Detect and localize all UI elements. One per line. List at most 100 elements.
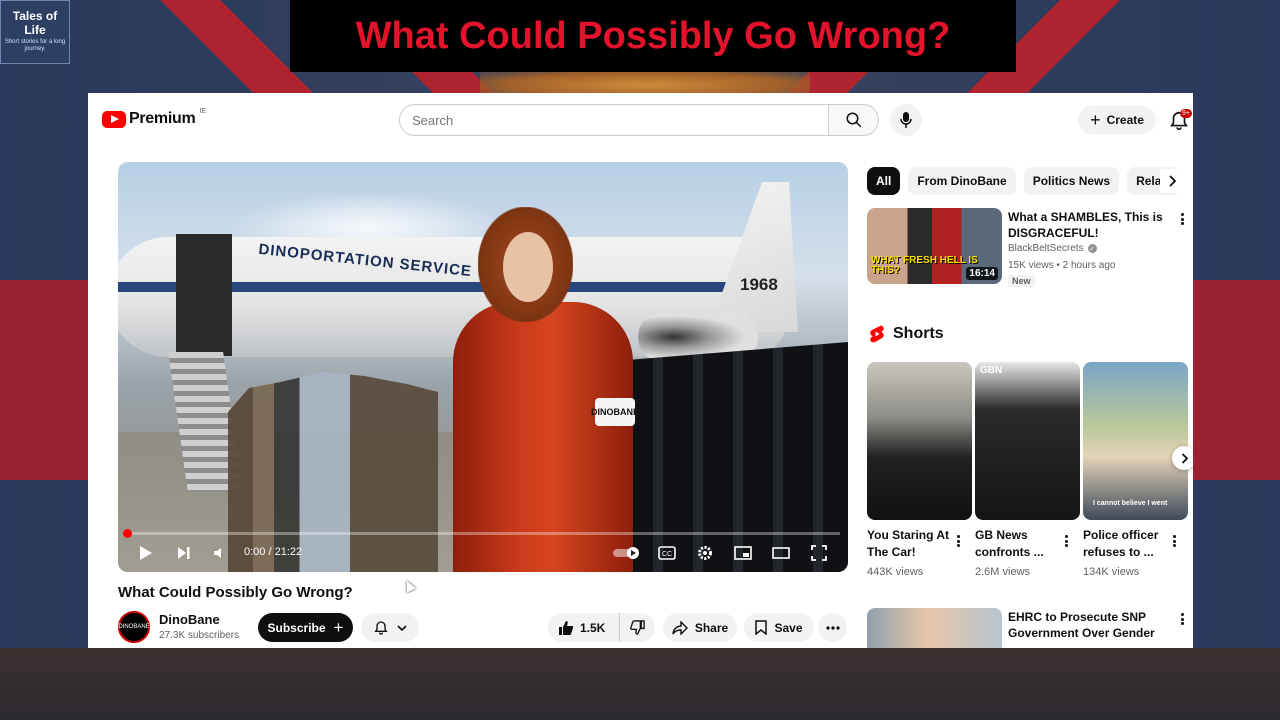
search-placeholder: Search — [412, 112, 454, 128]
time-display: 0:00 / 21:22 — [244, 546, 303, 558]
svg-text:CC: CC — [662, 551, 672, 558]
recommended-channel[interactable]: BlackBeltSecrets ✓ — [1008, 243, 1097, 254]
video-player[interactable]: DINOPORTATION SERVICE 1968 DINOBANE 0:00… — [118, 162, 848, 572]
miniplayer-icon — [734, 546, 752, 560]
channel-notifications-button[interactable] — [361, 613, 419, 642]
background-bottom — [0, 648, 1280, 720]
scene-crowd — [228, 372, 438, 572]
fullscreen-button[interactable] — [808, 542, 830, 564]
plus-icon: + — [333, 617, 344, 637]
video-title-banner: What Could Possibly Go Wrong? — [290, 0, 1016, 72]
short-title-1[interactable]: You Staring At The Car! — [867, 527, 955, 561]
progress-bar[interactable] — [126, 532, 840, 535]
scene-armband: DINOBANE — [591, 398, 639, 426]
short-thumbnail-3[interactable]: I cannot believe I went — [1083, 362, 1188, 520]
share-button[interactable]: Share — [663, 613, 737, 642]
short-menu-button-3[interactable] — [1169, 533, 1179, 549]
next-icon — [178, 547, 190, 559]
logo-tagline: Short stories for a long journey. — [4, 39, 66, 52]
thumbs-up-icon — [559, 620, 574, 635]
recommended-thumbnail-2[interactable] — [867, 608, 1002, 648]
short-menu-button-1[interactable] — [953, 533, 963, 549]
share-label: Share — [694, 620, 729, 635]
youtube-premium-logo[interactable]: Premium IE — [102, 107, 206, 128]
volume-button[interactable] — [210, 542, 230, 564]
save-label: Save — [774, 620, 803, 635]
theater-mode-icon — [772, 547, 790, 559]
more-actions-button[interactable] — [818, 613, 847, 642]
play-button[interactable] — [136, 542, 156, 564]
shorts-logo-icon — [870, 325, 884, 343]
captions-icon: CC — [658, 546, 676, 560]
dislike-button[interactable] — [620, 613, 655, 642]
next-button[interactable] — [174, 542, 194, 564]
filter-chips: All From DinoBane Politics News Relate — [867, 167, 1182, 195]
chevron-down-icon — [397, 624, 407, 631]
like-dislike-group: 1.5K — [548, 613, 655, 642]
new-badge: New — [1008, 275, 1035, 287]
short-views-1: 443K views — [867, 566, 924, 578]
autoplay-toggle[interactable] — [613, 542, 643, 564]
chips-next-button[interactable] — [1160, 169, 1184, 193]
like-button[interactable]: 1.5K — [548, 613, 620, 642]
plus-icon: + — [1090, 110, 1101, 130]
scene-tail-number: 1968 — [740, 275, 778, 294]
background-stripe-right — [1192, 280, 1280, 480]
create-button[interactable]: + Create — [1078, 106, 1156, 134]
subscribe-button[interactable]: Subscribe + — [258, 613, 353, 642]
search-input[interactable]: Search — [399, 104, 829, 136]
scene-police-line — [623, 342, 848, 572]
recommended-channel-name: BlackBeltSecrets — [1008, 243, 1084, 254]
more-horizontal-icon — [825, 625, 840, 630]
short-menu-button-2[interactable] — [1061, 533, 1071, 549]
short-title-2[interactable]: GB News confronts ... — [975, 527, 1063, 561]
subscriber-count: 27.3K subscribers — [159, 630, 240, 641]
chip-from-dinobane[interactable]: From DinoBane — [908, 167, 1016, 195]
voice-search-button[interactable] — [890, 104, 922, 136]
recommended-thumbnail[interactable]: WHAT FRESH HELL IS THIS? 16:14 — [867, 208, 1002, 284]
bell-icon — [374, 620, 388, 635]
save-button[interactable]: Save — [744, 613, 814, 642]
recommended-title[interactable]: What a SHAMBLES, This is DISGRACEFUL! — [1008, 209, 1168, 241]
channel-avatar[interactable]: DINOBANE — [118, 611, 150, 643]
create-label: Create — [1106, 113, 1144, 127]
channel-avatar-text: DINOBANE — [118, 624, 150, 630]
notification-count-badge: 9+ — [1180, 109, 1192, 118]
captions-button[interactable]: CC — [656, 542, 678, 564]
channel-name[interactable]: DinoBane — [159, 612, 220, 627]
chevron-right-icon — [1181, 452, 1188, 464]
short-views-3: 134K views — [1083, 566, 1140, 578]
play-icon — [140, 546, 152, 560]
shorts-next-button[interactable] — [1172, 446, 1193, 470]
short-title-3[interactable]: Police officer refuses to ... — [1083, 527, 1171, 561]
top-bar: Premium IE Search + Create 9+ — [88, 93, 1193, 149]
fullscreen-icon — [811, 545, 827, 561]
logo-region: IE — [199, 107, 206, 115]
short-thumbnail-2[interactable]: GBN — [975, 362, 1080, 520]
gear-icon — [698, 546, 712, 560]
recommended-title-2[interactable]: EHRC to Prosecute SNP Government Over Ge… — [1008, 609, 1168, 648]
recommended-menu-button[interactable] — [1177, 211, 1187, 227]
recommended-menu-button-2[interactable] — [1177, 611, 1187, 627]
shorts-heading: Shorts — [869, 325, 944, 343]
short-thumbnail-1[interactable] — [867, 362, 972, 520]
youtube-window: Premium IE Search + Create 9+ DINOPORTAT… — [88, 93, 1193, 648]
autoplay-toggle-icon — [613, 547, 639, 559]
microphone-icon — [900, 112, 912, 128]
theater-mode-button[interactable] — [770, 542, 792, 564]
search-button[interactable] — [828, 104, 879, 136]
search-icon — [846, 112, 861, 128]
chip-politics-news[interactable]: Politics News — [1023, 167, 1120, 195]
youtube-play-icon — [102, 110, 126, 128]
scene-door — [176, 234, 232, 356]
settings-button[interactable] — [694, 542, 716, 564]
miniplayer-button[interactable] — [732, 542, 754, 564]
background-stripe-left — [0, 280, 88, 480]
video-duration: 16:14 — [966, 267, 998, 280]
progress-scrubber[interactable] — [123, 529, 132, 538]
subscribe-label: Subscribe — [267, 620, 326, 635]
chip-all[interactable]: All — [867, 167, 901, 195]
volume-icon — [214, 548, 221, 558]
bookmark-icon — [755, 620, 768, 635]
thumbs-down-icon — [630, 620, 645, 635]
